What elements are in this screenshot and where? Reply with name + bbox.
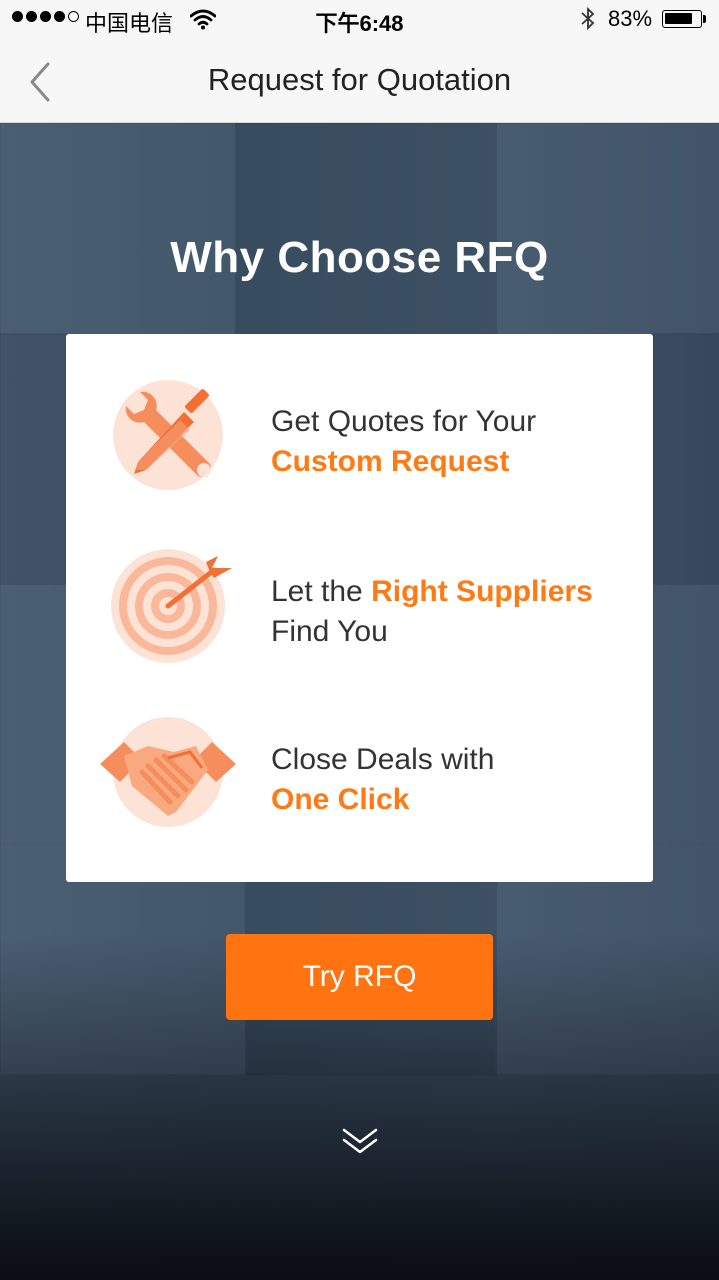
navigation-bar: Request for Quotation	[0, 40, 719, 123]
bluetooth-icon	[580, 6, 596, 38]
battery-percent: 83%	[608, 6, 653, 31]
feature-line: Find You	[271, 615, 388, 648]
page-title: Request for Quotation	[207, 62, 512, 97]
feature-highlight: One Click	[271, 783, 410, 816]
double-chevron-down-icon[interactable]	[339, 1126, 381, 1158]
background-photo	[0, 583, 68, 845]
hero-headline: Why Choose RFQ	[170, 233, 549, 282]
target-icon	[106, 548, 236, 678]
hero-section: Why Choose RFQ Get Quotes for Your Custo…	[0, 123, 719, 1280]
feature-text: Let the Right Suppliers Find You	[271, 572, 641, 652]
background-photo	[235, 123, 497, 335]
try-rfq-button[interactable]: Try RFQ	[226, 934, 493, 1020]
battery-tip	[703, 15, 706, 23]
status-bar: 中国电信 下午6:48 83%	[0, 0, 719, 40]
background-photo	[653, 583, 719, 845]
feature-highlight: Custom Request	[271, 445, 510, 478]
feature-item: Let the Right Suppliers Find You	[66, 548, 653, 678]
feature-item: Close Deals with One Click	[66, 716, 653, 846]
feature-line: Get Quotes for Your	[271, 405, 537, 438]
feature-line: Close Deals with	[271, 743, 495, 776]
background-photo	[653, 333, 719, 585]
feature-text: Close Deals with One Click	[271, 740, 641, 820]
feature-item: Get Quotes for Your Custom Request	[66, 378, 653, 508]
feature-highlight: Right Suppliers	[371, 575, 593, 608]
features-card: Get Quotes for Your Custom Request Let t…	[66, 334, 653, 882]
tools-icon	[106, 378, 236, 508]
feature-line: Let the	[271, 575, 372, 608]
background-photo	[495, 123, 719, 335]
feature-text: Get Quotes for Your Custom Request	[271, 402, 641, 482]
battery-icon	[662, 10, 702, 28]
background-photo	[0, 123, 237, 335]
background-photo	[0, 333, 68, 585]
handshake-icon	[98, 716, 236, 846]
battery-level	[665, 13, 692, 24]
